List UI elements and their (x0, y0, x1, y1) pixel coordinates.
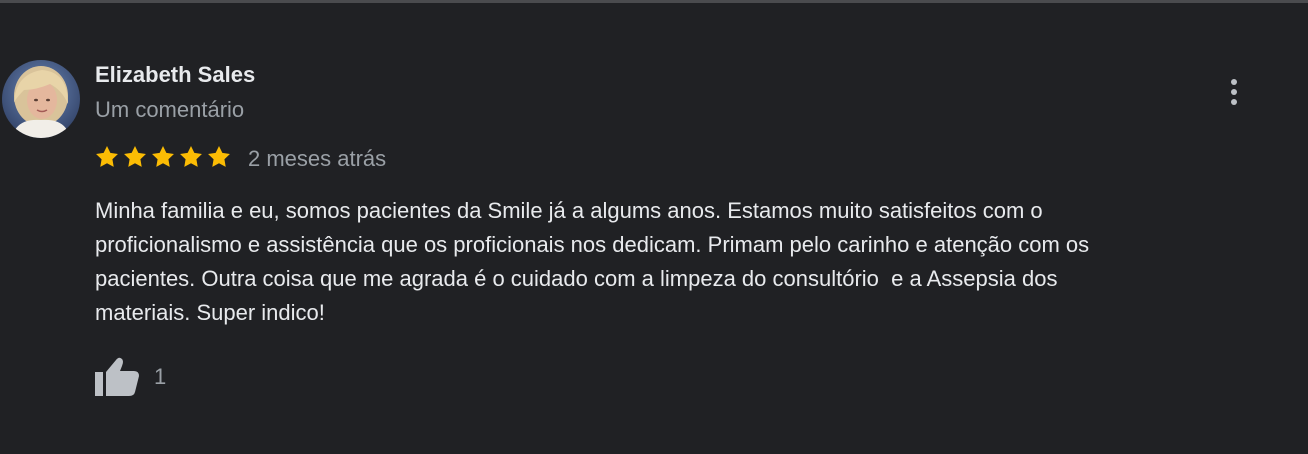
star-rating (94, 144, 232, 170)
review-text: Minha familia e eu, somos pacientes da S… (95, 198, 1090, 325)
star-icon (124, 145, 146, 167)
star-rating-stars (94, 144, 232, 170)
star-icon (96, 145, 118, 167)
like-button[interactable]: 1 (94, 356, 166, 398)
more-vertical-icon-dot (1231, 89, 1237, 95)
more-vertical-icon-dot (1231, 99, 1237, 105)
top-divider (0, 0, 1308, 3)
like-count: 1 (154, 364, 167, 389)
more-vertical-icon (1231, 79, 1237, 85)
star-icon (208, 145, 230, 167)
thumbs-up-icon (95, 357, 139, 396)
author-review-count: Um comentário (95, 97, 245, 122)
review-card: Elizabeth Sales Um comentário 2 meses at… (0, 0, 1308, 454)
star-icon (180, 145, 202, 167)
review-date: 2 meses atrás (248, 146, 387, 171)
author-name[interactable]: Elizabeth Sales (95, 62, 255, 88)
star-icon (152, 145, 174, 167)
more-options-button[interactable] (1218, 74, 1250, 110)
author-avatar[interactable] (2, 60, 80, 138)
